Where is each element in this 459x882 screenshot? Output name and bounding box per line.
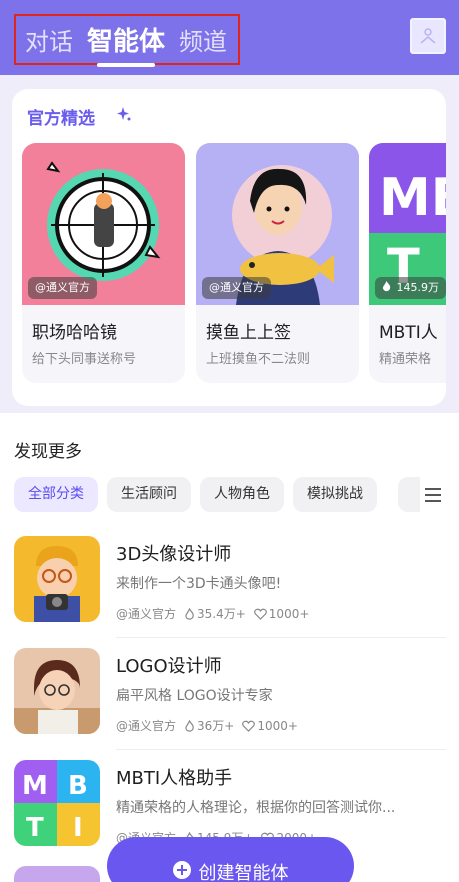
sparkle-icon bbox=[117, 107, 131, 121]
agent-desc: 精通荣格的人格理论，根据你的回答测试你... bbox=[116, 800, 396, 816]
featured-section: 官方精选 @通义官方 职场哈哈镜 给下头同事送称号 @通义官方 摸鱼上上签 上班… bbox=[0, 75, 459, 413]
agent-avatar: M B T I bbox=[14, 760, 100, 846]
like-count: 1000+ bbox=[268, 606, 310, 621]
user-avatar-icon bbox=[420, 28, 436, 44]
featured-title: 官方精选 bbox=[27, 109, 95, 129]
chip-challenge[interactable]: 模拟挑战 bbox=[293, 477, 377, 512]
user-avatar-button[interactable] bbox=[410, 18, 446, 54]
agent-name: 3D头像设计师 bbox=[116, 544, 232, 565]
agent-desc: 给下头同事送称号 bbox=[32, 352, 137, 367]
chip-life[interactable]: 生活顾问 bbox=[107, 477, 191, 512]
hot-stat: 36万+ bbox=[184, 717, 234, 734]
tab-chat[interactable]: 对话 bbox=[25, 22, 73, 57]
agent-desc: 精通荣格 bbox=[379, 352, 432, 367]
agent-desc: 扁平风格 LOGO设计专家 bbox=[116, 688, 273, 704]
hot-count: 35.4万+ bbox=[197, 607, 246, 621]
hot-count: 145.9万 bbox=[396, 281, 440, 294]
tab-channels[interactable]: 频道 bbox=[179, 22, 227, 57]
featured-agent-card[interactable]: @通义官方 职场哈哈镜 给下头同事送称号 bbox=[22, 143, 185, 383]
chip-character[interactable]: 人物角色 bbox=[200, 477, 284, 512]
svg-text:T: T bbox=[26, 813, 44, 843]
agent-avatar bbox=[14, 536, 100, 622]
discover-title: 发现更多 bbox=[14, 442, 82, 462]
list-divider bbox=[116, 637, 446, 638]
agent-name: 职场哈哈镜 bbox=[32, 323, 117, 343]
svg-text:MB: MB bbox=[379, 168, 446, 228]
menu-icon[interactable] bbox=[422, 484, 444, 506]
official-tag: @通义官方 bbox=[28, 277, 97, 299]
flame-icon bbox=[382, 281, 391, 292]
list-item-thumb-partial bbox=[14, 866, 100, 882]
agent-avatar bbox=[14, 648, 100, 734]
list-item[interactable]: LOGO设计师 扁平风格 LOGO设计专家 @通义官方 36万+ 1000+ bbox=[14, 648, 446, 750]
create-agent-button[interactable]: 创建智能体 bbox=[107, 837, 354, 882]
agent-name: MBTI人格助手 bbox=[116, 768, 233, 789]
create-agent-label: 创建智能体 bbox=[198, 863, 289, 882]
agent-desc: 来制作一个3D卡通头像吧! bbox=[116, 576, 282, 592]
agent-meta: @通义官方 36万+ 1000+ bbox=[116, 717, 306, 734]
heart-icon bbox=[253, 608, 267, 620]
agent-name: 摸鱼上上签 bbox=[206, 323, 291, 343]
svg-text:I: I bbox=[73, 813, 83, 843]
like-count: 1000+ bbox=[257, 718, 298, 733]
svg-text:B: B bbox=[68, 771, 88, 801]
hot-stat: 35.4万+ bbox=[184, 605, 246, 622]
chip-all[interactable]: 全部分类 bbox=[14, 477, 98, 512]
category-chips: 全部分类 生活顾问 人物角色 模拟挑战 bbox=[14, 477, 386, 512]
like-stat: 1000+ bbox=[242, 719, 298, 733]
top-header: 对话 智能体 频道 bbox=[0, 0, 459, 75]
list-divider bbox=[116, 749, 446, 750]
agent-meta: @通义官方 35.4万+ 1000+ bbox=[116, 605, 317, 622]
heart-icon bbox=[242, 720, 256, 732]
flame-icon bbox=[185, 719, 194, 732]
hot-count: 36万+ bbox=[197, 719, 235, 733]
author-label: @通义官方 bbox=[116, 719, 177, 733]
like-stat: 1000+ bbox=[253, 606, 310, 621]
top-tab-bar: 对话 智能体 频道 bbox=[14, 14, 240, 67]
hot-tag: 145.9万 bbox=[375, 277, 446, 299]
agent-name: LOGO设计师 bbox=[116, 656, 222, 677]
featured-agent-card[interactable]: MB T 145.9万 MBTI人 精通荣格 bbox=[369, 143, 446, 383]
featured-agent-card[interactable]: @通义官方 摸鱼上上签 上班摸鱼不二法则 bbox=[196, 143, 359, 383]
chip-overflow bbox=[398, 477, 420, 512]
agent-desc: 上班摸鱼不二法则 bbox=[206, 352, 311, 367]
agent-name: MBTI人 bbox=[379, 323, 438, 343]
tab-agents[interactable]: 智能体 bbox=[87, 21, 165, 67]
featured-panel: 官方精选 @通义官方 职场哈哈镜 给下头同事送称号 @通义官方 摸鱼上上签 上班… bbox=[12, 89, 446, 406]
flame-icon bbox=[185, 607, 194, 620]
official-tag: @通义官方 bbox=[202, 277, 271, 299]
svg-text:M: M bbox=[22, 771, 48, 801]
author-label: @通义官方 bbox=[116, 607, 177, 621]
plus-icon bbox=[172, 861, 191, 879]
list-item[interactable]: 3D头像设计师 来制作一个3D卡通头像吧! @通义官方 35.4万+ 1000+ bbox=[14, 536, 446, 638]
